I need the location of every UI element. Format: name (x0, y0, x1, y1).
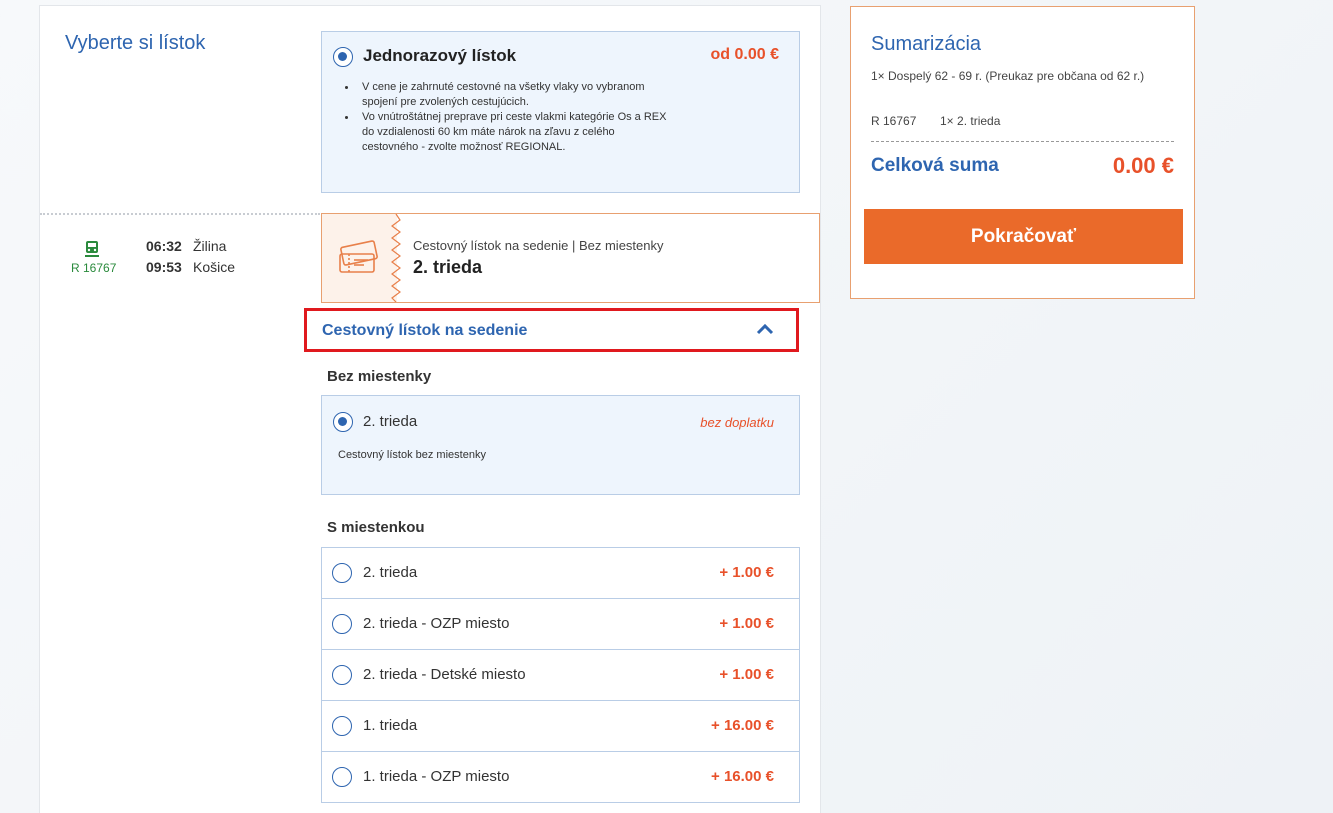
option-price: + 1.00 € (719, 564, 774, 581)
ticket-type-card[interactable]: Jednorazový lístok od 0.00 € V cene je z… (321, 31, 800, 193)
train-icon (85, 241, 99, 257)
option-radio[interactable] (332, 563, 352, 583)
train-number: R 16767 (71, 261, 117, 275)
summary-divider (871, 141, 1174, 142)
summary-title: Sumarizácia (871, 33, 982, 55)
no-reservation-label: Bez miestenky (327, 368, 432, 385)
summary-panel: Sumarizácia 1× Dospelý 62 - 69 r. (Preuk… (850, 6, 1195, 299)
option-label: 2. trieda (363, 413, 418, 430)
reservation-option-list: 2. trieda + 1.00 € 2. trieda - OZP miest… (321, 547, 800, 803)
class-card-subtitle: Cestovný lístok na sedenie | Bez miesten… (413, 238, 664, 253)
option-price: + 1.00 € (719, 615, 774, 632)
option-radio[interactable] (332, 716, 352, 736)
option-radio[interactable] (332, 665, 352, 685)
total-value: 0.00 € (1112, 153, 1174, 178)
option-label: 2. trieda - Detské miesto (363, 666, 526, 683)
option-description: Cestovný lístok bez miestenky (338, 449, 486, 461)
option-radio[interactable] (333, 412, 353, 432)
option-label: 1. trieda - OZP miesto (363, 768, 510, 785)
page-title: Vyberte si lístok (65, 32, 206, 54)
option-price: + 16.00 € (711, 717, 774, 734)
option-2nd-class-no-reservation[interactable]: 2. trieda bez doplatku Cestovný lístok b… (321, 395, 800, 495)
option-label: 1. trieda (363, 717, 418, 734)
option-price: + 16.00 € (711, 768, 774, 785)
option-extra: bez doplatku (700, 415, 774, 430)
chevron-up-icon[interactable] (756, 323, 774, 335)
ticket-type-radio[interactable] (333, 47, 353, 67)
ticket-icon (339, 240, 378, 273)
class-card-title: 2. trieda (413, 257, 483, 277)
ticket-stub (322, 214, 397, 302)
reservation-option[interactable]: 2. trieda - OZP miesto + 1.00 € (322, 598, 799, 649)
reservation-option[interactable]: 1. trieda - OZP miesto + 16.00 € (322, 751, 799, 802)
with-reservation-label: S miestenkou (327, 519, 425, 536)
accordion-title: Cestovný lístok na sedenie (322, 322, 528, 339)
summary-train: R 16767 (871, 114, 917, 128)
option-label: 2. trieda (363, 564, 418, 581)
ticket-info-item: V cene je zahrnuté cestovné na všetky vl… (345, 80, 672, 110)
summary-passenger: 1× Dospelý 62 - 69 r. (Preukaz pre občan… (871, 69, 1145, 83)
seat-ticket-accordion[interactable]: Cestovný lístok na sedenie (304, 308, 799, 352)
summary-class: 1× 2. trieda (940, 114, 1001, 128)
ticket-info-item: Vo vnútroštátnej preprave pri ceste vlak… (345, 110, 672, 155)
ticket-type-name: Jednorazový lístok (363, 46, 517, 65)
reservation-option[interactable]: 2. trieda - Detské miesto + 1.00 € (322, 649, 799, 700)
ticket-selection-panel: Vyberte si lístok Jednorazový lístok od … (39, 5, 821, 813)
reservation-option[interactable]: 1. trieda + 16.00 € (322, 700, 799, 751)
ticket-info-list: V cene je zahrnuté cestovné na všetky vl… (345, 80, 672, 155)
ticket-type-price: od 0.00 € (710, 46, 779, 63)
arrival-time: 09:53 (146, 259, 182, 275)
section-divider (40, 213, 320, 215)
option-label: 2. trieda - OZP miesto (363, 615, 510, 632)
selected-class-card[interactable]: Cestovný lístok na sedenie | Bez miesten… (321, 213, 820, 303)
continue-button[interactable]: Pokračovať (864, 209, 1183, 264)
arrival-station: Košice (193, 259, 236, 275)
total-label: Celková suma (871, 155, 999, 176)
option-price: + 1.00 € (719, 666, 774, 683)
reservation-option[interactable]: 2. trieda + 1.00 € (322, 548, 799, 598)
option-radio[interactable] (332, 614, 352, 634)
ticket-perforation (391, 214, 401, 302)
departure-time: 06:32 (146, 238, 182, 254)
departure-station: Žilina (193, 238, 227, 254)
option-radio[interactable] (332, 767, 352, 787)
